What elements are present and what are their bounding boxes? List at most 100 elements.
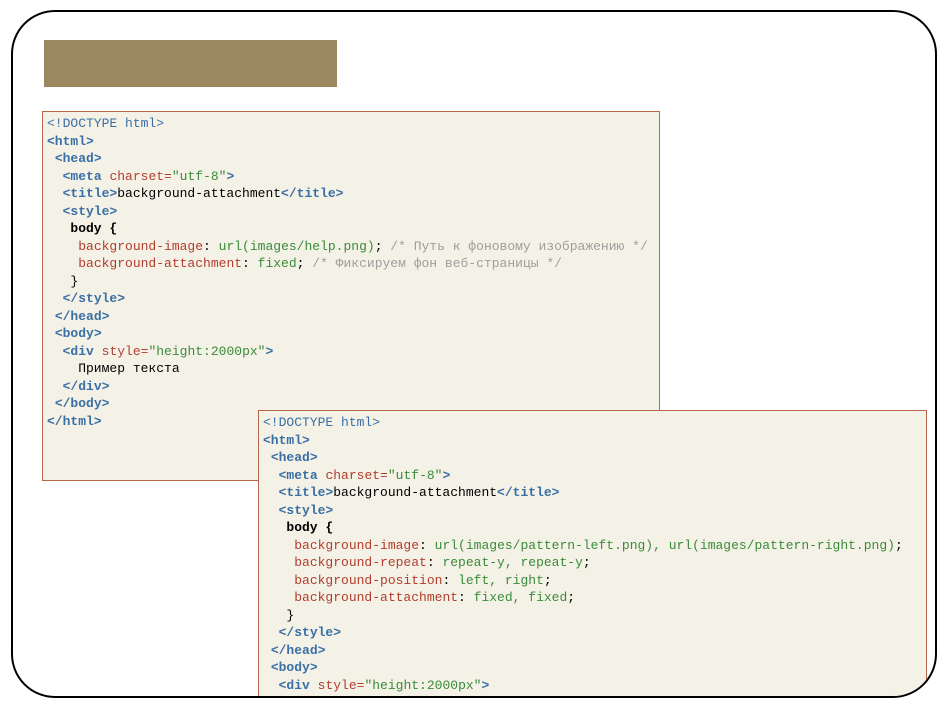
code-token: "height:2000px" bbox=[364, 678, 481, 693]
code-token: ; bbox=[583, 555, 591, 570]
code-token: <html> bbox=[263, 433, 310, 448]
code-token bbox=[263, 625, 279, 640]
code-token: : bbox=[203, 239, 219, 254]
code-token: ; bbox=[297, 256, 313, 271]
code-token: <meta bbox=[63, 169, 102, 184]
code-token bbox=[263, 538, 294, 553]
code-token: ; bbox=[544, 573, 552, 588]
code-token: style= bbox=[102, 344, 149, 359]
code-token bbox=[94, 344, 102, 359]
code-token bbox=[263, 660, 271, 675]
code-token: </head> bbox=[55, 309, 110, 324]
code-token bbox=[47, 291, 63, 306]
code-token: ; bbox=[375, 239, 391, 254]
code-token: body { bbox=[70, 221, 117, 236]
code-token: <div bbox=[279, 678, 310, 693]
code-token bbox=[47, 204, 63, 219]
code-token bbox=[263, 485, 279, 500]
code-token: <head> bbox=[271, 450, 318, 465]
code-token bbox=[47, 344, 63, 359]
code-token: > bbox=[442, 468, 450, 483]
code-token: } bbox=[47, 274, 78, 289]
code-token: style= bbox=[318, 678, 365, 693]
code-token bbox=[47, 186, 63, 201]
code-token: : bbox=[427, 555, 443, 570]
code-token: </style> bbox=[63, 291, 125, 306]
code-token: background-attachment bbox=[78, 256, 242, 271]
code-token bbox=[47, 379, 63, 394]
code-token: </title> bbox=[497, 485, 559, 500]
code-token: > bbox=[481, 678, 489, 693]
code-token: <meta bbox=[279, 468, 318, 483]
code-token bbox=[47, 169, 63, 184]
code-token: "utf-8" bbox=[172, 169, 227, 184]
code-token: <title> bbox=[63, 186, 118, 201]
code-token: url(images/pattern-left.png), url(images… bbox=[435, 538, 895, 553]
code-token: : bbox=[419, 538, 435, 553]
code-token bbox=[263, 695, 279, 698]
code-token bbox=[263, 590, 294, 605]
code-token: background-attachment bbox=[117, 186, 281, 201]
code-token bbox=[47, 309, 55, 324]
code-token: background-attachment bbox=[333, 485, 497, 500]
code-token: </style> bbox=[279, 625, 341, 640]
code-token bbox=[47, 256, 78, 271]
code-token: : bbox=[442, 573, 458, 588]
code-token bbox=[263, 468, 279, 483]
code-token: body { bbox=[286, 520, 333, 535]
code-token bbox=[263, 573, 294, 588]
code-token: background-position bbox=[294, 573, 442, 588]
code-token: "utf-8" bbox=[388, 468, 443, 483]
slide-frame: <!DOCTYPE html> <html> <head> <meta char… bbox=[11, 10, 937, 698]
code-token: background-repeat bbox=[294, 555, 427, 570]
code-token: <!DOCTYPE html> bbox=[263, 415, 380, 430]
code-token: </body> bbox=[55, 396, 110, 411]
code-token bbox=[263, 450, 271, 465]
code-token: /* Путь к фоновому изображению */ bbox=[390, 239, 647, 254]
code-token: background-image bbox=[294, 538, 419, 553]
code-token: ; bbox=[895, 538, 903, 553]
code-token: <div bbox=[63, 344, 94, 359]
code-token: > bbox=[226, 169, 234, 184]
code-token bbox=[263, 503, 279, 518]
code-token bbox=[263, 555, 294, 570]
code-token: charset= bbox=[109, 169, 171, 184]
code-token: } bbox=[263, 608, 294, 623]
code-token: > bbox=[265, 344, 273, 359]
code-token: <style> bbox=[63, 204, 118, 219]
code-token: </head> bbox=[271, 643, 326, 658]
code-token: /* Фиксируем фон веб-страницы */ bbox=[312, 256, 562, 271]
code-token bbox=[47, 221, 70, 236]
code-token: <head> bbox=[55, 151, 102, 166]
code-token bbox=[47, 151, 55, 166]
code-token: repeat-y, repeat-y bbox=[442, 555, 582, 570]
code-token: Пример текста bbox=[47, 361, 180, 376]
code-block-2: <!DOCTYPE html> <html> <head> <meta char… bbox=[258, 410, 927, 698]
title-box bbox=[44, 40, 337, 87]
code-token: : bbox=[242, 256, 258, 271]
code-token: fixed bbox=[258, 256, 297, 271]
code-token bbox=[263, 520, 286, 535]
code-token: <body> bbox=[271, 660, 318, 675]
code-token: ; bbox=[567, 590, 575, 605]
code-token bbox=[263, 678, 279, 693]
code-token: </html> bbox=[47, 414, 102, 429]
code-token: background-image bbox=[78, 239, 203, 254]
code-token bbox=[47, 239, 78, 254]
code-token: background-attachment bbox=[294, 590, 458, 605]
code-token bbox=[47, 326, 55, 341]
code-token: fixed, fixed bbox=[474, 590, 568, 605]
code-token: <html> bbox=[47, 134, 94, 149]
code-token bbox=[263, 643, 271, 658]
slide: <!DOCTYPE html> <html> <head> <meta char… bbox=[0, 0, 949, 708]
code-token: </div> bbox=[63, 379, 110, 394]
code-token bbox=[310, 678, 318, 693]
code-token: </div> bbox=[279, 695, 326, 698]
code-token: </title> bbox=[281, 186, 343, 201]
code-token: charset= bbox=[325, 468, 387, 483]
code-token: url(images/help.png) bbox=[219, 239, 375, 254]
code-token: <style> bbox=[279, 503, 334, 518]
code-token: "height:2000px" bbox=[148, 344, 265, 359]
code-token: : bbox=[458, 590, 474, 605]
code-token bbox=[47, 396, 55, 411]
